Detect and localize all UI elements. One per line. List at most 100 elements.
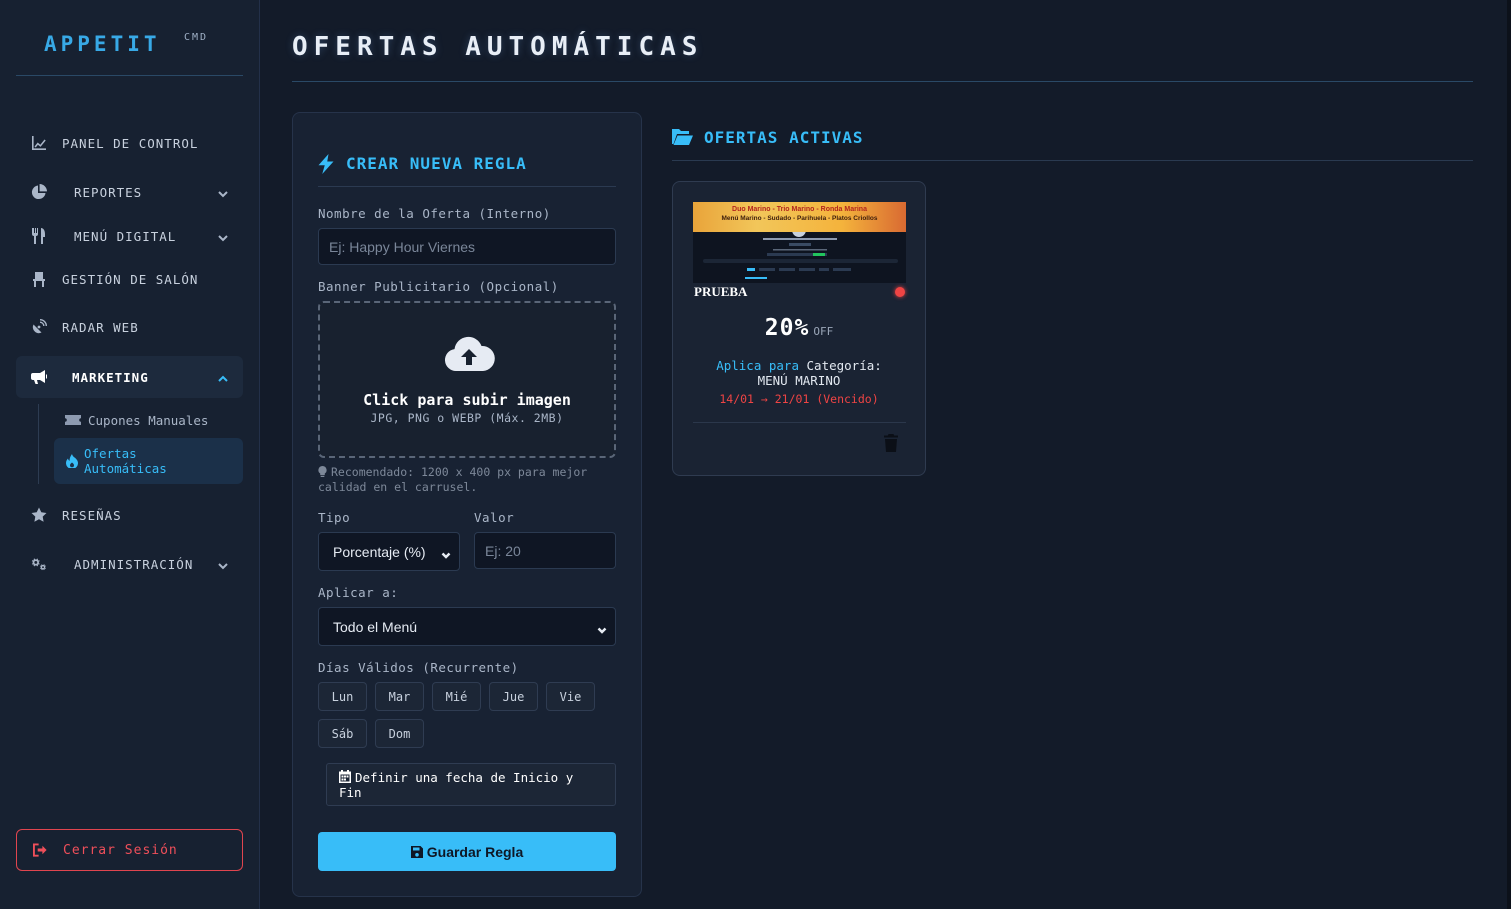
type-label: Tipo [318, 510, 351, 525]
satellite-dish-icon [16, 319, 62, 335]
offer-name: PRUEBA [694, 284, 748, 299]
logout-button[interactable]: Cerrar Sesión [16, 829, 243, 871]
sidebar-item-label: REPORTES [74, 184, 143, 200]
sign-out-icon [17, 843, 63, 857]
offer-applies-to: Aplica para Categoría: MENÚ MARINO [673, 358, 925, 388]
subitem-label: Cupones Manuales [88, 412, 209, 428]
sidebar-item-resenas[interactable]: RESEÑAS [16, 494, 243, 536]
megaphone-icon [16, 369, 62, 385]
logout-label: Cerrar Sesión [63, 842, 178, 858]
sidebar-item-marketing[interactable]: MARKETING [16, 356, 243, 398]
chevron-up-icon [217, 370, 229, 382]
pie-chart-icon [16, 184, 62, 200]
date-range-toggle[interactable]: Definir una fecha de Inicio y Fin [326, 763, 616, 806]
subitem-label: Ofertas Automáticas [84, 446, 167, 476]
trash-icon[interactable] [884, 434, 898, 452]
title-divider [292, 81, 1473, 82]
save-rule-label: Guardar Regla [426, 843, 524, 860]
offer-card: Duo Marino - Trio Marino - Ronda Marina … [672, 181, 926, 476]
ticket-icon [58, 413, 88, 427]
apply-to-select-value: Todo el Menú [333, 618, 418, 635]
chevron-down-icon [217, 229, 229, 242]
discount-value: 20% [764, 315, 810, 341]
utensils-icon [16, 228, 62, 244]
date-range-label: Definir una fecha de Inicio y Fin [339, 770, 574, 800]
bolt-icon [318, 154, 334, 174]
chevron-down-icon [217, 185, 229, 198]
chevron-down-icon [217, 557, 229, 570]
day-toggle-sab[interactable]: Sáb [318, 719, 367, 748]
day-toggle-jue[interactable]: Jue [489, 682, 538, 711]
sidebar-item-administracion[interactable]: ADMINISTRACIÓN [16, 543, 243, 585]
applies-target: MENÚ MARINO [757, 373, 841, 388]
chair-icon [16, 271, 62, 287]
sidebar-item-label: ADMINISTRACIÓN [74, 556, 194, 572]
sidebar-item-label: RADAR WEB [62, 319, 139, 335]
type-select-value: Porcentaje (%) [333, 543, 426, 560]
upload-sub-text: JPG, PNG o WEBP (Máx. 2MB) [370, 411, 564, 425]
card-divider [693, 422, 906, 423]
day-toggle-mie[interactable]: Mié [432, 682, 481, 711]
sidebar-subitem-cupones-manuales[interactable]: Cupones Manuales [54, 408, 243, 432]
offer-discount: 20% OFF [673, 315, 925, 341]
lightbulb-icon [318, 466, 327, 477]
day-toggle-vie[interactable]: Vie [546, 682, 595, 711]
brand-name: APPETIT [44, 32, 161, 56]
gears-icon [16, 556, 62, 572]
apply-to-select[interactable]: Todo el Menú [318, 607, 616, 646]
offer-name-input[interactable]: Ej: Happy Hour Viernes [318, 228, 616, 265]
sidebar-item-label: RESEÑAS [62, 507, 122, 523]
day-toggle-dom[interactable]: Dom [375, 719, 424, 748]
submenu-line [38, 404, 39, 484]
offer-name-label: Nombre de la Oferta (Interno) [318, 206, 551, 221]
banner-page-preview [703, 232, 898, 279]
brand-sub: CMD [184, 32, 209, 43]
sidebar-subitem-ofertas-automaticas[interactable]: Ofertas Automáticas [54, 438, 243, 484]
applies-text: Categoría: [806, 358, 882, 373]
sidebar-item-reportes[interactable]: REPORTES [16, 171, 243, 213]
fire-icon [60, 454, 84, 468]
sidebar-item-panel-de-control[interactable]: PANEL DE CONTROL [16, 122, 243, 164]
offer-expired-label: (Vencido) [816, 392, 879, 406]
active-offers-heading: OFERTAS ACTIVAS [672, 128, 1473, 161]
valid-days-label: Días Válidos (Recurrente) [318, 660, 519, 675]
folder-open-icon [672, 129, 693, 145]
sidebar-item-label: GESTIÓN DE SALÓN [62, 271, 199, 287]
banner-line-1: Duo Marino - Trio Marino - Ronda Marina [732, 206, 867, 213]
calendar-icon [339, 770, 351, 783]
value-label: Valor [474, 510, 515, 525]
banner-hint: Recomendado: 1200 x 400 px para mejor ca… [318, 465, 608, 495]
sidebar: APPETIT CMD PANEL DE CONTROL REPORTES ME… [0, 0, 260, 909]
floppy-disk-icon [410, 845, 423, 858]
offer-dates: 14/01 → 21/01 (Vencido) [673, 392, 925, 406]
sidebar-item-gestion-de-salon[interactable]: GESTIÓN DE SALÓN [16, 258, 243, 300]
banner-upload-dropzone[interactable]: Click para subir imagen JPG, PNG o WEBP … [318, 301, 616, 458]
brand: APPETIT CMD [16, 0, 243, 76]
applies-prefix: Aplica para [716, 358, 799, 373]
sidebar-item-menu-digital[interactable]: MENÚ DIGITAL [16, 215, 243, 257]
chart-line-icon [16, 135, 62, 151]
active-offers-title: OFERTAS ACTIVAS [704, 128, 864, 147]
day-toggle-lun[interactable]: Lun [318, 682, 367, 711]
create-rule-title: CREAR NUEVA REGLA [346, 154, 527, 173]
sidebar-item-label: MARKETING [72, 369, 149, 385]
sidebar-item-radar-web[interactable]: RADAR WEB [16, 306, 243, 348]
save-rule-button[interactable]: Guardar Regla [318, 832, 616, 871]
page-title: OFERTAS AUTOMÁTICAS [292, 32, 704, 62]
discount-off-label: OFF [813, 325, 834, 338]
create-rule-heading: CREAR NUEVA REGLA [318, 154, 616, 187]
banner-line-2: Menú Marino - Sudado - Parihuela - Plato… [721, 215, 878, 222]
type-select[interactable]: Porcentaje (%) [318, 532, 460, 571]
chevron-down-icon [441, 547, 451, 559]
cloud-upload-icon [443, 335, 495, 375]
hint-text: Recomendado: 1200 x 400 px para mejor ca… [318, 465, 588, 494]
day-toggle-mar[interactable]: Mar [375, 682, 424, 711]
value-input[interactable]: Ej: 20 [474, 532, 616, 569]
offer-banner-image: Duo Marino - Trio Marino - Ronda Marina … [693, 202, 906, 283]
banner-label: Banner Publicitario (Opcional) [318, 279, 559, 294]
star-icon [16, 507, 62, 523]
chevron-down-icon [597, 622, 607, 634]
offer-date-range: 14/01 → 21/01 [719, 392, 810, 406]
scrollbar[interactable] [1507, 0, 1511, 909]
sidebar-item-label: PANEL DE CONTROL [62, 135, 199, 151]
